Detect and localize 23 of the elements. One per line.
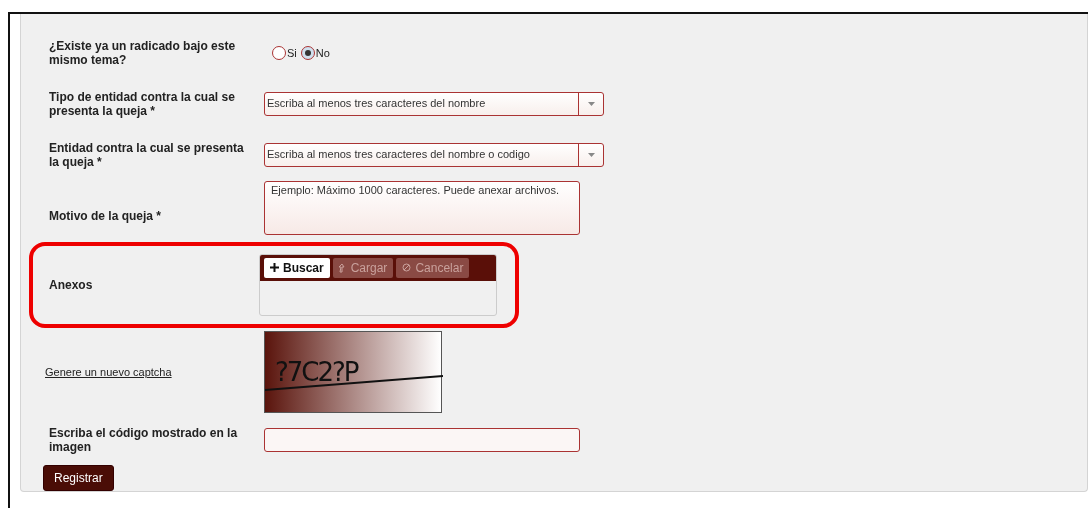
captcha-image: ?7C2?P — [264, 330, 442, 413]
register-button[interactable]: Registrar — [43, 465, 114, 492]
field-label: Entidad contra la cual se presenta la queja * — [48, 141, 245, 170]
radio-option[interactable]: Si — [272, 46, 297, 61]
plus-icon — [270, 263, 279, 273]
field-label: Escriba el código mostrado en la imagen — [48, 425, 239, 454]
field-label: Motivo de la queja * — [48, 209, 163, 224]
upload-button[interactable]: Buscar — [264, 257, 330, 278]
radio-button[interactable] — [272, 46, 286, 61]
radio-button[interactable] — [300, 46, 315, 61]
new-captcha-link[interactable]: Genere un nuevo captcha — [41, 365, 250, 378]
field-label: Tipo de entidad contra la cual se presenta la queja * — [48, 90, 236, 119]
cancel-icon — [402, 263, 412, 273]
code-input[interactable] — [264, 427, 580, 452]
radio-option[interactable]: No — [300, 46, 330, 61]
caret-icon — [587, 102, 595, 107]
field-label: ¿Existe ya un radicado bajo este mismo tema? — [48, 39, 237, 68]
select-field[interactable]: Escriba al menos tres caracteres del nombre — [264, 92, 604, 117]
field-label: Anexos — [48, 277, 94, 292]
upload-icon — [338, 262, 347, 273]
select-field[interactable]: Escriba al menos tres caracteres del nombre o codigo — [264, 143, 604, 168]
textarea-field[interactable]: Ejemplo: Máximo 1000 caracteres. Puede anexar archivos. — [264, 180, 580, 235]
caret-icon — [587, 153, 595, 158]
